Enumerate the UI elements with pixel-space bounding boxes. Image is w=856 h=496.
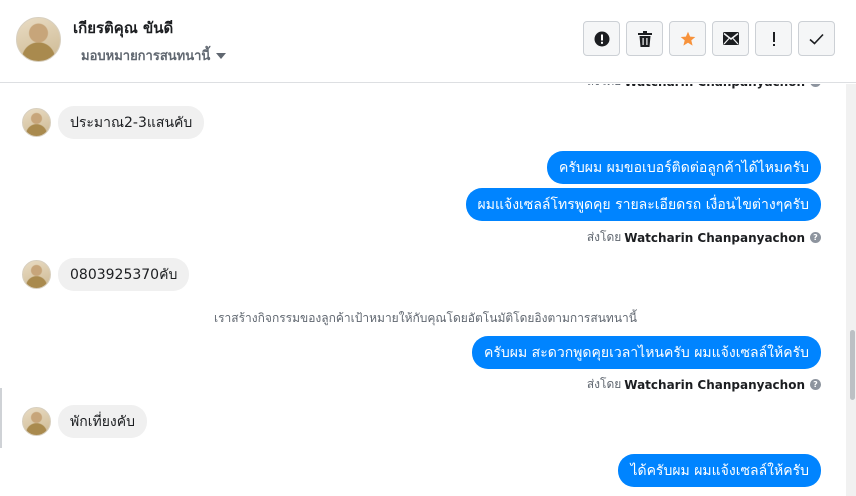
outgoing-message-bubble[interactable]: ได้ครับผม ผมแจ้งเซลล์ให้ครับ: [618, 454, 821, 487]
sender-name: Watcharin Chanpanyachon: [624, 230, 805, 245]
spam-button[interactable]: [583, 21, 620, 56]
sender-prefix: ส่งโดย: [586, 230, 622, 244]
caret-down-icon: [216, 52, 227, 59]
message-bubble[interactable]: พักเที่ยงคับ: [58, 405, 148, 438]
help-icon[interactable]: ?: [810, 84, 821, 87]
delete-button[interactable]: [626, 21, 663, 56]
incoming-message: ประมาณ2-3แสนคับ: [22, 106, 205, 139]
incoming-message: 0803925370คับ: [22, 258, 190, 291]
done-button[interactable]: [798, 21, 835, 56]
contact-avatar[interactable]: [16, 17, 61, 62]
help-icon[interactable]: ?: [810, 232, 821, 243]
checkmark-icon: [809, 33, 824, 45]
message-sender-info: ส่งโดย Watcharin Chanpanyachon ?: [587, 375, 821, 394]
sender-name: Watcharin Chanpanyachon: [624, 84, 805, 89]
scrollbar-track[interactable]: [846, 84, 856, 496]
scrollbar-thumb[interactable]: [850, 330, 855, 400]
conversation-actions: [583, 21, 835, 56]
envelope-icon: [722, 32, 739, 45]
help-icon[interactable]: ?: [810, 379, 821, 390]
contact-avatar[interactable]: [22, 108, 51, 137]
alert-circle-icon: [594, 31, 609, 46]
outgoing-message-bubble[interactable]: ครับผม ผมขอเบอร์ติดต่อลูกค้าได้ไหมครับ: [546, 151, 821, 184]
exclamation-icon: [772, 31, 775, 46]
message-bubble[interactable]: ประมาณ2-3แสนคับ: [58, 106, 205, 139]
contact-name[interactable]: เกียรติคุณ ขันดี: [73, 16, 173, 40]
mark-unread-button[interactable]: [712, 21, 749, 56]
message-sender-info: ส่งโดย Watcharin Chanpanyachon ?: [587, 84, 821, 91]
contact-avatar[interactable]: [22, 260, 51, 289]
trash-icon: [637, 30, 652, 47]
sender-prefix: ส่งโดย: [586, 377, 622, 391]
contact-avatar[interactable]: [22, 407, 51, 436]
star-button[interactable]: [669, 21, 706, 56]
outgoing-message-bubble[interactable]: ครับผม สะดวกพูดคุยเวลาไหนครับ ผมแจ้งเซลล…: [472, 336, 821, 369]
outgoing-message-bubble[interactable]: ผมแจ้งเซลล์โทรพูดคุย รายละเอียดรถ เงื่อน…: [465, 188, 821, 221]
sender-name: Watcharin Chanpanyachon: [624, 377, 805, 392]
system-notice: เราสร้างกิจกรรมของลูกค้าเป้าหมายให้กับคุ…: [214, 311, 637, 325]
panel-divider: [0, 388, 2, 448]
assign-conversation-label: มอบหมายการสนทนานี้: [81, 49, 211, 64]
incoming-message: พักเที่ยงคับ: [22, 405, 148, 438]
conversation-header: เกียรติคุณ ขันดี มอบหมายการสนทนานี้: [0, 0, 856, 83]
star-icon: [680, 31, 695, 46]
assign-conversation-dropdown[interactable]: มอบหมายการสนทนานี้: [81, 45, 227, 66]
message-bubble[interactable]: 0803925370คับ: [58, 258, 190, 291]
message-sender-info: ส่งโดย Watcharin Chanpanyachon ?: [587, 228, 821, 247]
message-thread[interactable]: ส่งโดย Watcharin Chanpanyachon ? ประมาณ2…: [0, 84, 846, 496]
follow-up-button[interactable]: [755, 21, 792, 56]
sender-prefix: ส่งโดย: [587, 84, 621, 91]
